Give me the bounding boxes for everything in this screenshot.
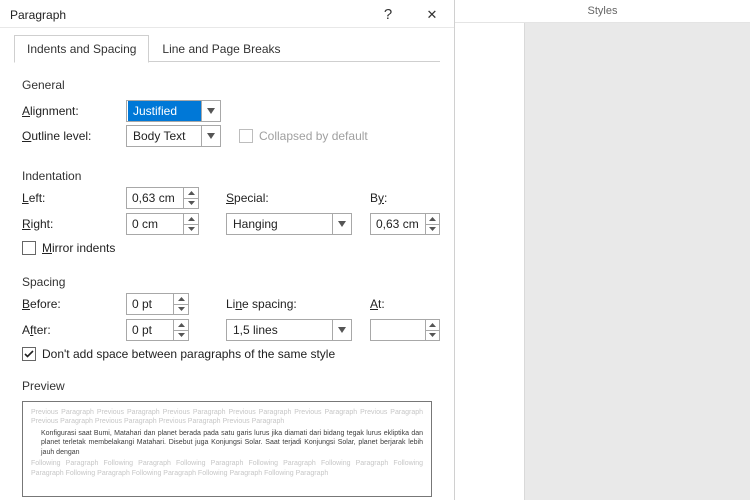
alignment-select[interactable]: Justified [126, 100, 221, 122]
spinner-buttons[interactable] [173, 320, 188, 340]
by-label: By: [370, 191, 440, 205]
spin-up-icon[interactable] [184, 188, 198, 199]
spin-up-icon[interactable] [426, 320, 439, 331]
outline-level-label: Outline level: [22, 129, 120, 143]
close-icon: ✕ [427, 7, 438, 23]
styles-label: Styles [588, 5, 618, 17]
indent-right-spinner[interactable]: 0 cm [126, 213, 199, 235]
dialog-title: Paragraph [10, 8, 366, 22]
tab-line-page-breaks[interactable]: Line and Page Breaks [149, 35, 293, 62]
preview-following-text: Following Paragraph Following Paragraph … [31, 459, 423, 478]
chevron-down-icon [332, 320, 351, 340]
chevron-down-icon [201, 101, 220, 121]
tab-label: Indents and Spacing [27, 42, 136, 56]
spin-down-icon[interactable] [174, 331, 188, 341]
spin-up-icon[interactable] [184, 214, 198, 225]
tab-indents-spacing[interactable]: Indents and Spacing [14, 35, 149, 63]
by-value: 0,63 cm [371, 214, 425, 234]
spinner-buttons[interactable] [183, 214, 198, 234]
line-spacing-select[interactable]: 1,5 lines [226, 319, 352, 341]
tab-label: Line and Page Breaks [162, 42, 280, 56]
spin-down-icon[interactable] [184, 225, 198, 235]
collapsed-checkbox [239, 129, 253, 143]
spinner-buttons[interactable] [425, 320, 439, 340]
collapsed-label: Collapsed by default [259, 129, 368, 143]
no-space-same-style-label: Don't add space between paragraphs of th… [42, 347, 335, 361]
spacing-after-value: 0 pt [127, 320, 173, 340]
indent-right-label: Right: [22, 217, 120, 231]
indent-right-value: 0 cm [127, 214, 183, 234]
at-label: At: [370, 297, 440, 311]
styles-panel[interactable] [524, 23, 750, 500]
section-general: General [22, 78, 432, 92]
section-preview: Preview [22, 379, 432, 393]
spacing-before-spinner[interactable]: 0 pt [126, 293, 189, 315]
outline-level-select[interactable]: Body Text [126, 125, 221, 147]
section-indentation: Indentation [22, 169, 432, 183]
line-spacing-label: Line spacing: [226, 297, 366, 311]
special-value: Hanging [227, 217, 332, 231]
spin-down-icon[interactable] [174, 305, 188, 315]
indent-left-value: 0,63 cm [127, 188, 183, 208]
document-area: Styles [455, 0, 750, 500]
line-spacing-value: 1,5 lines [227, 323, 332, 337]
spacing-after-label: After: [22, 323, 120, 337]
spinner-buttons[interactable] [173, 294, 188, 314]
spin-up-icon[interactable] [426, 214, 439, 225]
spinner-buttons[interactable] [425, 214, 439, 234]
help-icon: ? [384, 6, 392, 23]
no-space-same-style-checkbox[interactable] [22, 347, 36, 361]
alignment-value: Justified [128, 101, 201, 121]
tab-pane: General Alignment: Justified Outline lev… [0, 62, 454, 500]
mirror-indents-label: Mirror indents [42, 241, 115, 255]
preview-previous-text: Previous Paragraph Previous Paragraph Pr… [31, 408, 423, 427]
spin-down-icon[interactable] [426, 331, 439, 341]
ribbon-group-label: Styles [455, 0, 750, 23]
indent-left-spinner[interactable]: 0,63 cm [126, 187, 199, 209]
spin-up-icon[interactable] [174, 294, 188, 305]
section-spacing: Spacing [22, 275, 432, 289]
special-label: Special: [226, 191, 366, 205]
paragraph-dialog: Paragraph ? ✕ Indents and Spacing Line a… [0, 0, 455, 500]
at-value [371, 320, 425, 340]
spin-down-icon[interactable] [426, 225, 439, 235]
spinner-buttons[interactable] [183, 188, 198, 208]
special-select[interactable]: Hanging [226, 213, 352, 235]
indent-left-label: Left: [22, 191, 120, 205]
close-button[interactable]: ✕ [410, 2, 454, 28]
at-spinner[interactable] [370, 319, 440, 341]
outline-level-value: Body Text [127, 129, 201, 143]
preview-body-text: Konfigurasi saat Bumi, Matahari dan plan… [41, 429, 423, 457]
spacing-before-value: 0 pt [127, 294, 173, 314]
alignment-label: Alignment: [22, 104, 120, 118]
titlebar: Paragraph ? ✕ [0, 0, 454, 28]
preview-box: Previous Paragraph Previous Paragraph Pr… [22, 401, 432, 497]
mirror-indents-checkbox[interactable] [22, 241, 36, 255]
help-button[interactable]: ? [366, 2, 410, 28]
spacing-before-label: Before: [22, 297, 120, 311]
chevron-down-icon [332, 214, 351, 234]
spacing-after-spinner[interactable]: 0 pt [126, 319, 189, 341]
chevron-down-icon [201, 126, 220, 146]
spin-down-icon[interactable] [184, 199, 198, 209]
tab-strip: Indents and Spacing Line and Page Breaks [0, 28, 454, 62]
by-spinner[interactable]: 0,63 cm [370, 213, 440, 235]
spin-up-icon[interactable] [174, 320, 188, 331]
